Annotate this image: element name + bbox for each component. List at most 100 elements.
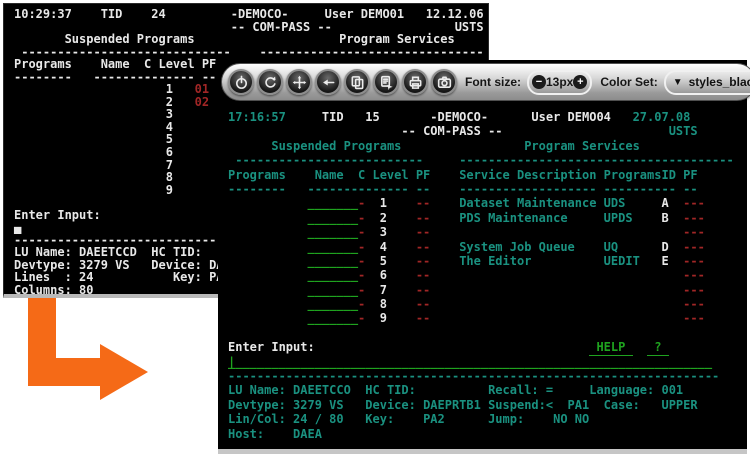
- help-link[interactable]: HELP: [589, 340, 632, 355]
- terminal-text: Programs: [14, 58, 72, 71]
- terminal-line: _______-6-----: [228, 268, 747, 282]
- back-icon: [321, 75, 336, 90]
- name-input-field[interactable]: _______: [307, 297, 358, 311]
- terminal-text: ---: [683, 283, 705, 297]
- flow-arrow-shape: [28, 286, 148, 400]
- terminal-line: ------------------ ---------------------…: [228, 182, 747, 196]
- terminal-line: Enter Input: HELP ?: [228, 340, 747, 354]
- terminal-text: -: [358, 225, 365, 239]
- terminal-text: --: [416, 240, 430, 254]
- back-button[interactable]: [315, 69, 341, 95]
- terminal-text: 10:29:37: [14, 8, 72, 21]
- name-input-field[interactable]: _______: [307, 311, 358, 325]
- terminal-line: Suspended ProgramsProgram Services: [228, 139, 747, 153]
- power-icon: [234, 75, 249, 90]
- terminal-text: UDS: [604, 196, 626, 210]
- font-size-decrease-button[interactable]: −: [532, 75, 546, 89]
- terminal-text: Suspended Programs: [271, 139, 401, 153]
- name-input-field[interactable]: _______: [307, 196, 358, 210]
- terminal-text: ----------------------------------------…: [228, 369, 719, 383]
- terminal-text: NO NO: [553, 412, 589, 426]
- terminal-line: ----------------------------------------…: [228, 153, 747, 167]
- terminal-text: -: [358, 240, 365, 254]
- terminal-text: --------: [14, 71, 72, 84]
- terminal-text: UQ: [604, 240, 618, 254]
- terminal-line: ----------------------------------------…: [228, 369, 747, 383]
- terminal-text: Name: [101, 58, 130, 71]
- flow-arrow: [20, 286, 155, 406]
- terminal-text: User DEMO04: [531, 110, 610, 124]
- copy-button[interactable]: [344, 69, 370, 95]
- terminal-text: Language:: [589, 383, 654, 397]
- terminal-text: LU Name:: [228, 383, 286, 397]
- terminal-line: ProgramsNameC LevelPFService Description…: [228, 168, 747, 182]
- terminal-text: ---: [683, 240, 705, 254]
- terminal-text: TID: [101, 8, 123, 21]
- font-size-label: Font size:: [465, 75, 521, 89]
- input-cursor[interactable]: ▄: [14, 221, 21, 234]
- terminal-text: PA2: [423, 412, 445, 426]
- command-input-field[interactable]: ________________________________________…: [228, 355, 712, 369]
- font-size-increase-button[interactable]: +: [573, 75, 587, 89]
- power-button[interactable]: [228, 69, 254, 95]
- terminal-text: The Editor: [459, 254, 531, 268]
- terminal-text: PF: [683, 168, 697, 182]
- move-button[interactable]: [286, 69, 312, 95]
- front-terminal-screen: 17:16:57TID15-DEMOCO-User DEMO0427.07.08…: [228, 110, 747, 441]
- terminal-text: C Level: [358, 168, 409, 182]
- terminal-text: 3: [380, 225, 387, 239]
- terminal-line: 17:16:57TID15-DEMOCO-User DEMO0427.07.08: [228, 110, 747, 124]
- terminal-text: Lin/Col:: [228, 412, 286, 426]
- terminal-text: --: [661, 182, 675, 196]
- terminal-text: --: [416, 297, 430, 311]
- terminal-text: - -----: [358, 182, 409, 196]
- terminal-text: USTS: [455, 21, 484, 34]
- terminal-text: D: [661, 240, 668, 254]
- terminal-line: -- COM-PASS --USTS: [228, 124, 747, 138]
- terminal-text: --: [416, 182, 430, 196]
- name-input-field[interactable]: _______: [307, 211, 358, 225]
- terminal-text: -DEMOCO-: [231, 8, 289, 21]
- terminal-line: _______-9-----: [228, 311, 747, 325]
- print-button[interactable]: [402, 69, 428, 95]
- terminal-text: 8: [166, 171, 173, 184]
- terminal-text: --------: [604, 182, 662, 196]
- name-input-field[interactable]: _______: [307, 268, 358, 282]
- terminal-text: -: [358, 311, 365, 325]
- terminal-text: 9: [166, 184, 173, 197]
- terminal-text: Recall:: [488, 383, 539, 397]
- name-input-field[interactable]: _______: [307, 283, 358, 297]
- terminal-text: HC TID:: [365, 383, 416, 397]
- terminal-text: A: [661, 196, 668, 210]
- terminal-text: ---: [683, 297, 705, 311]
- help-question-link[interactable]: ?: [647, 340, 669, 355]
- input-cursor[interactable]: |: [228, 355, 235, 369]
- terminal-text: PA1: [568, 398, 590, 412]
- send-button[interactable]: [373, 69, 399, 95]
- name-input-field[interactable]: _______: [307, 225, 358, 239]
- terminal-text: 15: [365, 110, 379, 124]
- refresh-button[interactable]: [257, 69, 283, 95]
- terminal-text: Enter Input:: [14, 209, 101, 222]
- color-set-dropdown[interactable]: ▼ styles_black: [664, 70, 750, 95]
- terminal-text: DAEPRTB1: [423, 398, 481, 412]
- terminal-text: 9: [380, 311, 387, 325]
- terminal-text: -- COM-PASS --: [231, 21, 332, 34]
- terminal-text: E: [661, 254, 668, 268]
- terminal-line: Devtype:3279 VSDevice:DAEPRTB1Suspend:<P…: [228, 398, 747, 412]
- terminal-text: Key:: [365, 412, 394, 426]
- terminal-line: _______-3-----: [228, 225, 747, 239]
- name-input-field[interactable]: _______: [307, 254, 358, 268]
- terminal-text: ---: [683, 311, 705, 325]
- terminal-text: 1: [380, 196, 387, 210]
- terminal-text: PF: [416, 168, 430, 182]
- terminal-toolbar: Font size: − 13px + Color Set: ▼ styles_…: [221, 63, 750, 101]
- terminal-text: System Job Queue: [459, 240, 575, 254]
- terminal-text: B: [661, 211, 668, 225]
- terminal-text: 6: [166, 146, 173, 159]
- name-input-field[interactable]: _______: [307, 240, 358, 254]
- terminal-text: UPDS: [604, 211, 633, 225]
- terminal-text: Devtype:: [228, 398, 286, 412]
- camera-button[interactable]: [431, 69, 457, 95]
- terminal-text: Case:: [604, 398, 640, 412]
